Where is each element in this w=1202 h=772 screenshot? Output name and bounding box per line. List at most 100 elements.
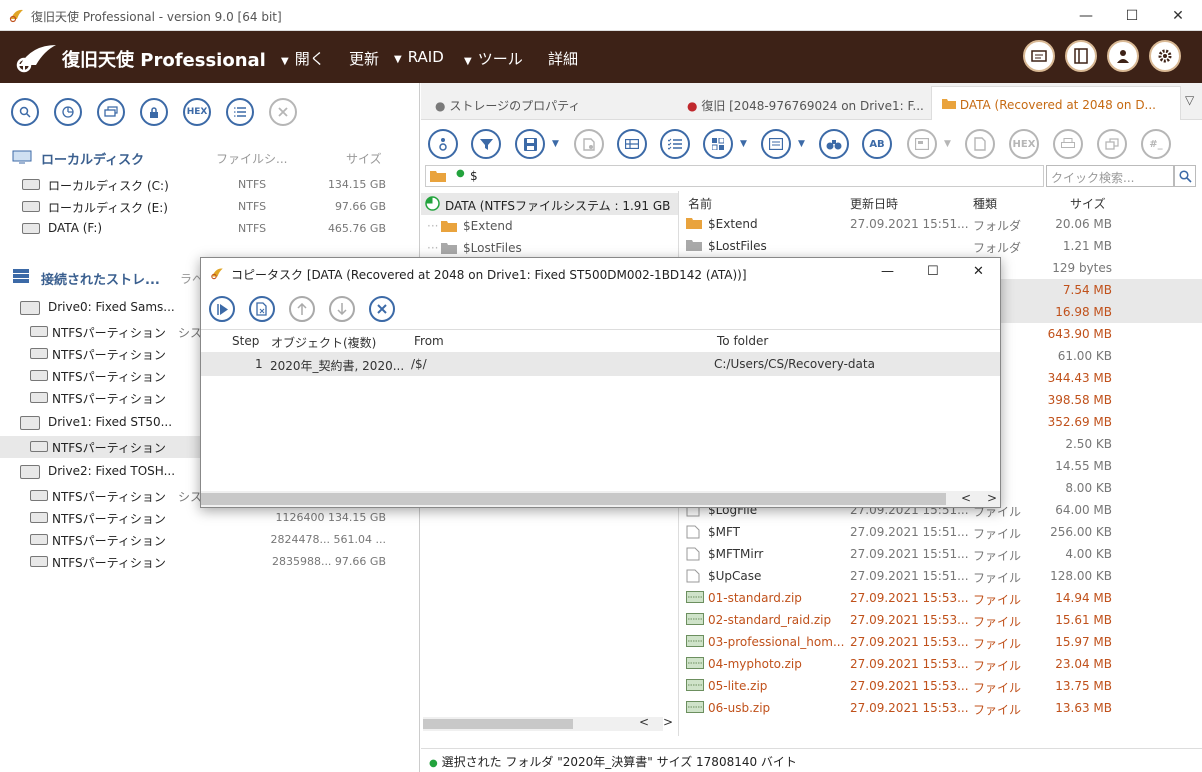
menu-details[interactable]: 詳細: [548, 48, 578, 69]
move-down-button[interactable]: [329, 296, 355, 322]
local-disk-item[interactable]: DATA (F:) NTFS 465.76 GB: [0, 218, 420, 240]
chevron-down-icon[interactable]: ▼: [944, 139, 951, 149]
col-from[interactable]: From: [414, 334, 444, 348]
log-button[interactable]: [1023, 40, 1055, 72]
scroll-left-icon[interactable]: <: [961, 491, 971, 505]
info-button[interactable]: [428, 129, 458, 159]
tree-item[interactable]: ··· $Extend: [421, 215, 678, 237]
menu-refresh[interactable]: 更新: [349, 48, 379, 69]
find-button[interactable]: [819, 129, 849, 159]
scan-button[interactable]: [54, 98, 82, 126]
task-row[interactable]: 1 2020年_契約書, 2020... /$/ C:/Users/CS/Rec…: [201, 352, 1000, 376]
menu-raid[interactable]: ▼ RAID: [394, 48, 444, 66]
file-type: ファイル: [973, 615, 1022, 629]
preview-button[interactable]: [907, 129, 937, 159]
dialog-maximize-button[interactable]: ☐: [927, 264, 939, 279]
tree-root[interactable]: DATA (NTFSファイルシステム : 1.91 GB: [421, 193, 678, 215]
col-size[interactable]: サイズ: [1070, 195, 1106, 212]
status-bar: ● 選択された フォルダ "2020年_決算書" サイズ 17808140 バイ…: [421, 748, 1202, 772]
checklist-button[interactable]: [660, 129, 690, 159]
brand-logo-icon: [16, 45, 56, 73]
chevron-down-icon[interactable]: ▼: [798, 139, 805, 149]
lock-button[interactable]: [140, 98, 168, 126]
start-button[interactable]: [209, 296, 235, 322]
col-name[interactable]: 名前: [688, 195, 712, 212]
scroll-thumb[interactable]: [201, 493, 946, 505]
chevron-down-icon[interactable]: ▼: [552, 139, 559, 149]
tree-item[interactable]: ··· $LostFiles: [421, 237, 678, 259]
print-button[interactable]: [1053, 129, 1083, 159]
image-button[interactable]: [97, 98, 125, 126]
partition-item[interactable]: NTFSパーティション 1126400 134.15 GB: [0, 507, 420, 529]
chevron-down-icon[interactable]: ▼: [740, 139, 747, 149]
file-row[interactable]: $UpCase 27.09.2021 15:51... ファイル 128.00 KB: [680, 565, 1202, 587]
tree-hscrollbar[interactable]: < >: [423, 715, 673, 731]
scroll-left-icon[interactable]: <: [639, 715, 649, 729]
tab-data[interactable]: DATA (Recovered at 2048 on D...: [931, 86, 1181, 120]
minimize-button[interactable]: —: [1076, 6, 1096, 26]
file-row[interactable]: 05-lite.zip 27.09.2021 15:53... ファイル 13.75 …: [680, 675, 1202, 697]
col-objects[interactable]: オブジェクト(複数): [271, 334, 376, 351]
list-button[interactable]: [226, 98, 254, 126]
file-row[interactable]: 06-usb.zip 27.09.2021 15:53... ファイル 13.63 M…: [680, 697, 1202, 719]
dialog-minimize-button[interactable]: —: [881, 264, 894, 279]
col-size[interactable]: サイズ: [346, 150, 382, 167]
col-filesystem[interactable]: ファイルシ...: [216, 150, 287, 167]
partition-icon: [30, 512, 48, 523]
account-button[interactable]: [1107, 40, 1139, 72]
file-name: $Extend: [708, 217, 758, 231]
recover-button[interactable]: [574, 129, 604, 159]
dialog-hscrollbar[interactable]: < >: [201, 491, 1000, 507]
file-row[interactable]: $LostFiles フォルダ 1.21 MB: [680, 235, 1202, 257]
file-name: $MFTMirr: [708, 547, 764, 561]
cancel-task-button[interactable]: [369, 296, 395, 322]
col-step[interactable]: Step: [232, 334, 259, 348]
tab-recovery[interactable]: ● 復旧 [2048-976769024 on Drive1: F...: [677, 91, 934, 120]
text-search-button[interactable]: AB: [862, 129, 892, 159]
file-row[interactable]: 03-professional_hom... 27.09.2021 15:53..…: [680, 631, 1202, 653]
file-row[interactable]: 02-standard_raid.zip 27.09.2021 15:53... フ…: [680, 609, 1202, 631]
path-bar[interactable]: ● $: [425, 165, 1044, 187]
quick-search-input[interactable]: クイック検索...: [1046, 165, 1174, 187]
maximize-button[interactable]: ☐: [1122, 6, 1142, 26]
col-type[interactable]: 種類: [973, 195, 997, 212]
filter-button[interactable]: [471, 129, 501, 159]
view-button[interactable]: [617, 129, 647, 159]
menu-tools[interactable]: ▼ ツール: [464, 48, 523, 69]
menu-open[interactable]: ▼ 開く: [281, 48, 325, 69]
layout-button[interactable]: [703, 129, 733, 159]
tab-list-button[interactable]: ▽: [1185, 93, 1194, 107]
settings-button[interactable]: [1149, 40, 1181, 72]
file-row[interactable]: $MFT 27.09.2021 15:51... ファイル 256.00 KB: [680, 521, 1202, 543]
partition-item[interactable]: NTFSパーティション 2835988... 97.66 GB: [0, 551, 420, 573]
link-button[interactable]: [1097, 129, 1127, 159]
file-row[interactable]: 01-standard.zip 27.09.2021 15:53... ファイル 14…: [680, 587, 1202, 609]
document-button[interactable]: [965, 129, 995, 159]
file-row[interactable]: 04-myphoto.zip 27.09.2021 15:53... ファイル 23.…: [680, 653, 1202, 675]
local-disk-item[interactable]: ローカルディスク (E:) NTFS 97.66 GB: [0, 196, 420, 218]
col-modified[interactable]: 更新日時: [850, 195, 898, 212]
file-size: 352.69 MB: [1047, 415, 1112, 429]
zip-icon: [686, 679, 704, 694]
remove-item-button[interactable]: [249, 296, 275, 322]
hex-button[interactable]: HEX: [183, 98, 211, 126]
dialog-close-button[interactable]: ✕: [973, 264, 984, 279]
search-button[interactable]: [1174, 165, 1196, 187]
save-button[interactable]: [515, 129, 545, 159]
scroll-right-icon[interactable]: >: [663, 715, 673, 729]
details-view-button[interactable]: [761, 129, 791, 159]
scroll-right-icon[interactable]: >: [987, 491, 997, 505]
hash-button[interactable]: #_: [1141, 129, 1171, 159]
partition-item[interactable]: NTFSパーティション 2824478... 561.04 ...: [0, 529, 420, 551]
col-to-folder[interactable]: To folder: [717, 334, 768, 348]
panel-button[interactable]: [1065, 40, 1097, 72]
close-drive-button[interactable]: [269, 98, 297, 126]
close-button[interactable]: ✕: [1168, 6, 1188, 26]
local-disk-item[interactable]: ローカルディスク (C:) NTFS 134.15 GB: [0, 174, 420, 196]
search-drive-button[interactable]: [11, 98, 39, 126]
file-row[interactable]: $MFTMirr 27.09.2021 15:51... ファイル 4.00 KB: [680, 543, 1202, 565]
tab-storage-properties[interactable]: ● ストレージのプロパティ: [425, 91, 590, 120]
move-up-button[interactable]: [289, 296, 315, 322]
file-row[interactable]: $Extend 27.09.2021 15:51... フォルダ 20.06 MB: [680, 213, 1202, 235]
hex-view-button[interactable]: HEX: [1009, 129, 1039, 159]
